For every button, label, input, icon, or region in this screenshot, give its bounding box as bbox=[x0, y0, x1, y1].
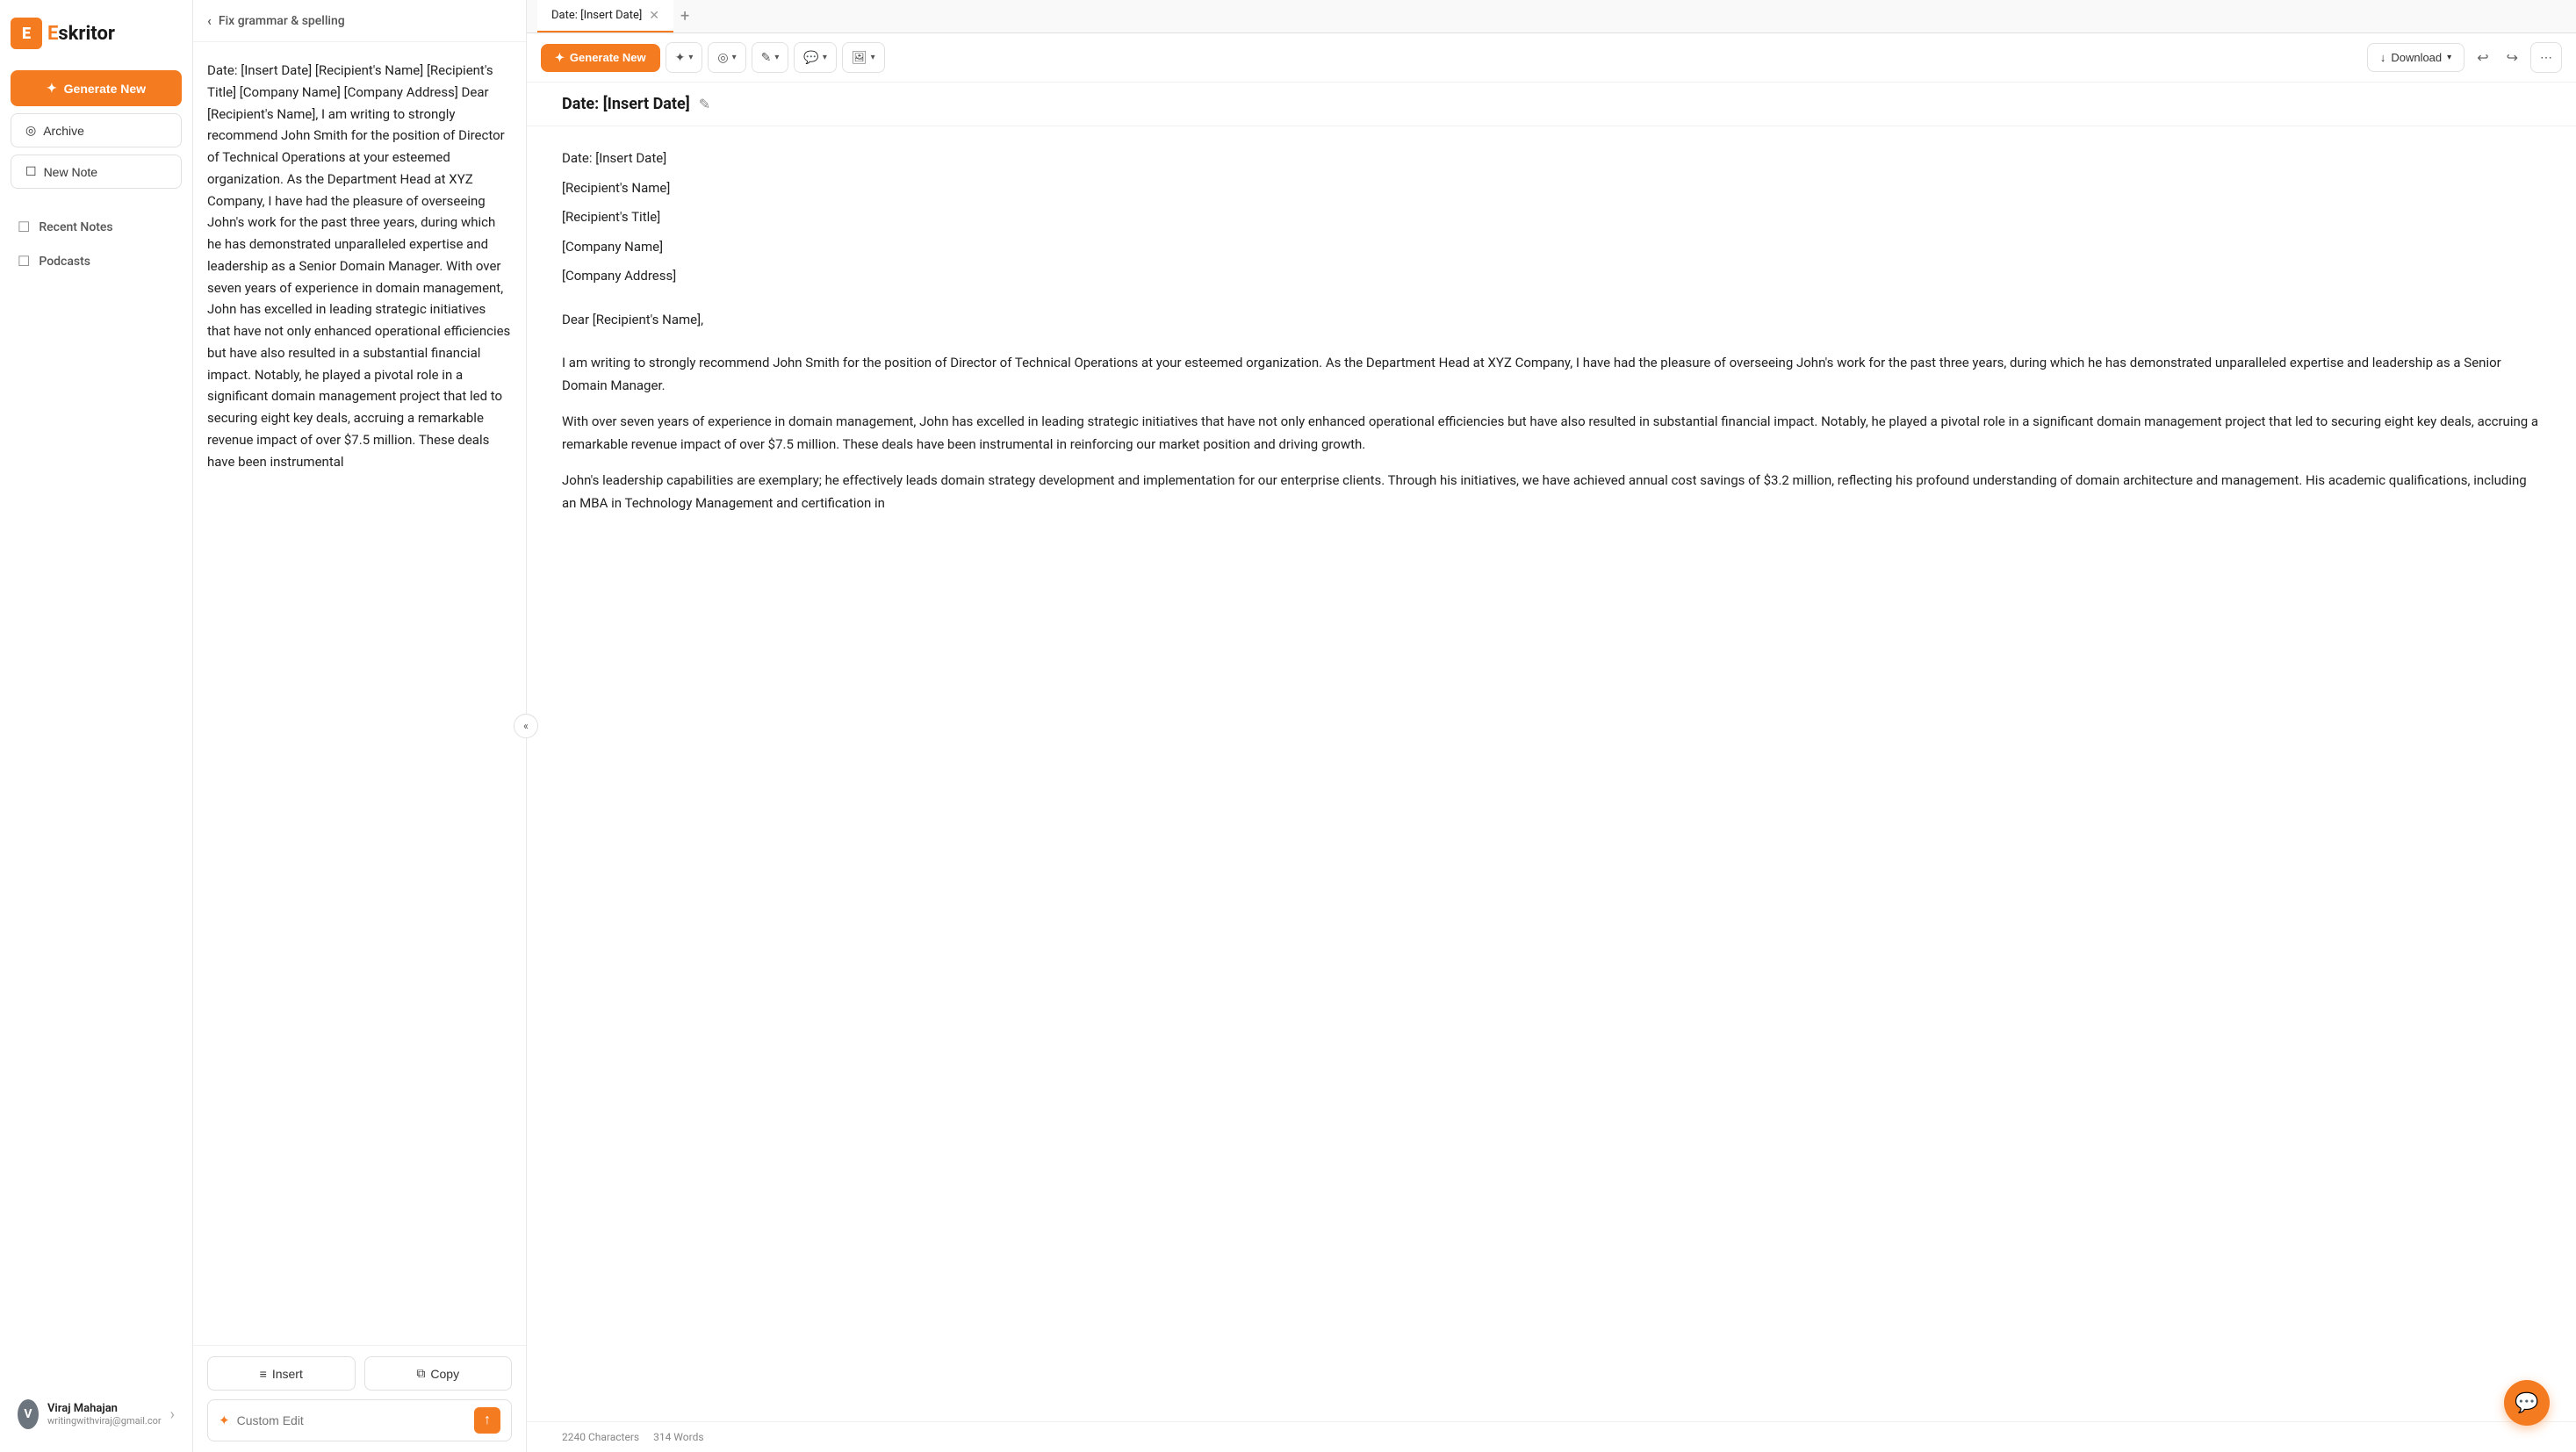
edit-icon: ✎ bbox=[761, 50, 772, 65]
redo-button[interactable]: ↪ bbox=[2500, 44, 2525, 72]
middle-panel: ‹ Fix grammar & spelling Date: [Insert D… bbox=[193, 0, 527, 1452]
toolbar-group-image: 🖼 ▾ bbox=[842, 42, 885, 73]
comment-icon: 💬 bbox=[803, 50, 818, 65]
logo: E Eskritor bbox=[11, 14, 182, 53]
folder-icon: ☐ bbox=[18, 219, 30, 235]
new-note-button[interactable]: ☐ New Note bbox=[11, 155, 182, 189]
format-icon: ◎ bbox=[717, 50, 728, 65]
tab-label: Date: [Insert Date] bbox=[551, 9, 642, 22]
breadcrumb-label: Fix grammar & spelling bbox=[219, 14, 345, 28]
comment-chevron-icon: ▾ bbox=[823, 53, 827, 62]
paragraph-2: With over seven years of experience in d… bbox=[562, 411, 2541, 456]
tab-add-button[interactable]: + bbox=[673, 0, 696, 32]
format-chevron-icon: ▾ bbox=[732, 53, 737, 62]
enhance-button[interactable]: ✦ ▾ bbox=[666, 43, 702, 72]
tab-date-insert[interactable]: Date: [Insert Date] ✕ bbox=[537, 0, 673, 32]
insert-icon: ≡ bbox=[260, 1367, 267, 1381]
toolbar-group-edit: ✎ ▾ bbox=[752, 42, 789, 73]
line-salutation: Dear [Recipient's Name], bbox=[562, 309, 2541, 332]
avatar: V bbox=[18, 1399, 39, 1429]
chat-icon: 💬 bbox=[2515, 1392, 2538, 1414]
insert-button[interactable]: ≡ Insert bbox=[207, 1356, 356, 1391]
undo-redo-group: ↩ ↪ bbox=[2470, 44, 2525, 72]
line-date: Date: [Insert Date] bbox=[562, 147, 2541, 170]
editor-header-bar: Date: [Insert Date] ✎ bbox=[527, 83, 2576, 126]
send-icon: ↑ bbox=[484, 1412, 491, 1428]
image-icon: 🖼 bbox=[852, 50, 867, 65]
sidebar-item-podcasts[interactable]: ☐ Podcasts bbox=[11, 244, 182, 278]
more-options-button[interactable]: ⋯ bbox=[2530, 42, 2562, 73]
user-email: writingwithviraj@gmail.cor bbox=[47, 1415, 162, 1427]
character-count: 2240 Characters bbox=[562, 1431, 639, 1443]
toolbar-group-format: ◎ ▾ bbox=[708, 42, 745, 73]
editor-title: Date: [Insert Date] bbox=[562, 95, 690, 113]
toolbar-group-enhance: ✦ ▾ bbox=[666, 42, 703, 73]
format-button[interactable]: ◎ ▾ bbox=[709, 43, 745, 72]
logo-icon: E bbox=[11, 18, 42, 49]
archive-button[interactable]: ◎ Archive bbox=[11, 113, 182, 147]
sidebar-section: ☐ Recent Notes ☐ Podcasts bbox=[11, 210, 182, 278]
back-icon[interactable]: ‹ bbox=[207, 12, 212, 29]
pencil-icon: ✎ bbox=[699, 97, 710, 112]
comment-button[interactable]: 💬 ▾ bbox=[795, 43, 835, 72]
custom-edit-row: ✦ ↑ bbox=[207, 1399, 512, 1441]
generate-new-button[interactable]: ✦ Generate New bbox=[11, 70, 182, 106]
line-recipient-title: [Recipient's Title] bbox=[562, 206, 2541, 229]
edit-chevron-icon: ▾ bbox=[774, 53, 779, 62]
paragraph-1: I am writing to strongly recommend John … bbox=[562, 352, 2541, 397]
enhance-chevron-icon: ▾ bbox=[688, 53, 693, 62]
enhance-icon: ✦ bbox=[675, 50, 686, 65]
sidebar: E Eskritor ✦ Generate New ◎ Archive ☐ Ne… bbox=[0, 0, 193, 1452]
toolbar-generate-button[interactable]: ✦ Generate New bbox=[541, 44, 660, 72]
image-chevron-icon: ▾ bbox=[871, 53, 875, 62]
wand-icon: ✦ bbox=[219, 1412, 230, 1428]
copy-button[interactable]: ⧉ Copy bbox=[364, 1356, 513, 1391]
tab-bar: Date: [Insert Date] ✕ + bbox=[527, 0, 2576, 33]
sidebar-item-recent-notes[interactable]: ☐ Recent Notes bbox=[11, 210, 182, 244]
copy-icon: ⧉ bbox=[416, 1366, 425, 1381]
custom-edit-input[interactable] bbox=[237, 1413, 467, 1427]
main-editor: Date: [Insert Date] ✕ + ✦ Generate New ✦… bbox=[527, 0, 2576, 1452]
archive-icon: ◎ bbox=[25, 123, 36, 138]
word-count: 314 Words bbox=[653, 1431, 703, 1443]
editor-content[interactable]: Date: [Insert Date] [Recipient's Name] [… bbox=[527, 126, 2576, 1421]
edit-button[interactable]: ✎ ▾ bbox=[752, 43, 788, 72]
editor-footer: 2240 Characters 314 Words bbox=[527, 1421, 2576, 1452]
custom-edit-submit-button[interactable]: ↑ bbox=[474, 1407, 500, 1434]
middle-header: ‹ Fix grammar & spelling bbox=[193, 0, 526, 42]
note-icon: ☐ bbox=[25, 164, 37, 179]
action-row: ≡ Insert ⧉ Copy bbox=[207, 1356, 512, 1391]
toolbar-group-comment: 💬 ▾ bbox=[794, 42, 836, 73]
chevron-left-icon: « bbox=[523, 720, 529, 732]
download-chevron-icon: ▾ bbox=[2447, 53, 2451, 62]
download-icon: ↓ bbox=[2380, 51, 2386, 64]
line-recipient-name: [Recipient's Name] bbox=[562, 177, 2541, 200]
toolbar-sparkle-icon: ✦ bbox=[555, 51, 565, 65]
user-profile[interactable]: V Viraj Mahajan writingwithviraj@gmail.c… bbox=[11, 1391, 182, 1438]
fab-button[interactable]: 💬 bbox=[2504, 1380, 2550, 1426]
middle-text: Date: [Insert Date] [Recipient's Name] [… bbox=[207, 60, 512, 472]
user-info: Viraj Mahajan writingwithviraj@gmail.cor bbox=[47, 1402, 162, 1427]
editor-toolbar: ✦ Generate New ✦ ▾ ◎ ▾ ✎ ▾ 💬 ▾ bbox=[527, 33, 2576, 83]
tab-close-icon[interactable]: ✕ bbox=[649, 10, 659, 22]
middle-content: Date: [Insert Date] [Recipient's Name] [… bbox=[193, 42, 526, 1345]
user-name: Viraj Mahajan bbox=[47, 1402, 162, 1415]
collapse-panel-button[interactable]: « bbox=[514, 714, 538, 738]
podcast-icon: ☐ bbox=[18, 253, 30, 270]
logo-text: Eskritor bbox=[47, 23, 115, 45]
edit-title-button[interactable]: ✎ bbox=[699, 96, 710, 113]
undo-button[interactable]: ↩ bbox=[2470, 44, 2495, 72]
paragraph-3: John's leadership capabilities are exemp… bbox=[562, 470, 2541, 514]
sparkle-icon: ✦ bbox=[47, 81, 57, 96]
chevron-right-icon: › bbox=[170, 1405, 175, 1424]
download-button[interactable]: ↓ Download ▾ bbox=[2367, 43, 2464, 72]
line-company-address: [Company Address] bbox=[562, 265, 2541, 288]
image-button[interactable]: 🖼 ▾ bbox=[843, 43, 884, 72]
line-company-name: [Company Name] bbox=[562, 236, 2541, 259]
middle-actions: ≡ Insert ⧉ Copy ✦ ↑ bbox=[193, 1345, 526, 1452]
